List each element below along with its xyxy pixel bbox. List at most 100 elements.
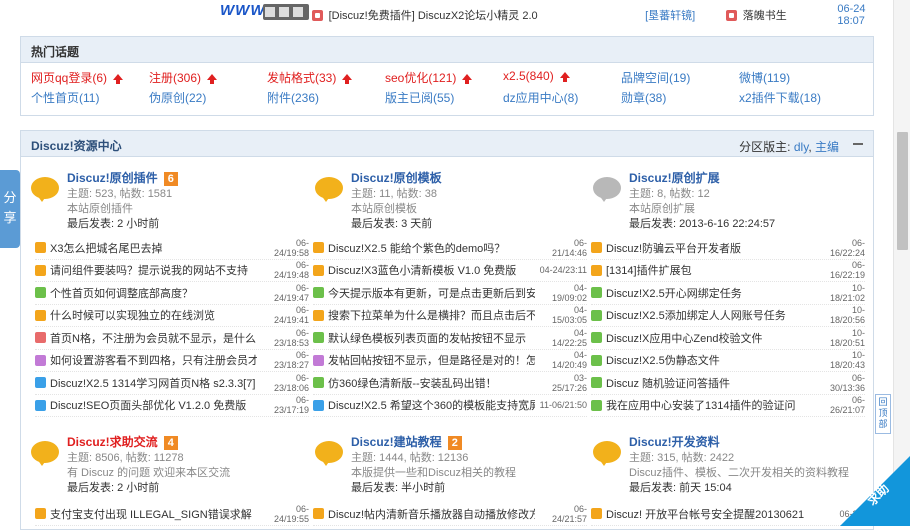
- thread-title-link[interactable]: Discuz!X2.5伪静态文件: [606, 352, 813, 368]
- thread-title-link[interactable]: 今天提示版本有更新，可是点击更新后到安: [328, 285, 535, 301]
- thread-title-link[interactable]: Discuz!X2.5添加绑定人人网账号任务: [606, 307, 813, 323]
- thread-title-link[interactable]: 我在应用中心安装了1314插件的验证问: [606, 397, 813, 413]
- forum-bubble-icon[interactable]: [31, 177, 59, 202]
- resource-center-header: Discuz!资源中心 分区版主: dly, 主编: [21, 131, 873, 157]
- hot-topic-link[interactable]: dz应用中心(8): [503, 89, 578, 106]
- forum-bubble-icon[interactable]: [593, 177, 621, 202]
- thread-title-link[interactable]: Discuz!X应用中心Zend校验文件: [606, 330, 813, 346]
- thread-title-link[interactable]: [1314]插件扩展包: [606, 262, 813, 278]
- forum-name-link[interactable]: Discuz!建站教程 2: [351, 433, 462, 450]
- thread-row: [1314]插件扩展包 06-16/22:19: [591, 260, 865, 282]
- hot-topic-link[interactable]: 个性首页(11): [31, 89, 99, 106]
- thread-time: 06-16/22:24: [829, 237, 865, 258]
- thread-time: 06-26/21:07: [829, 395, 865, 416]
- thread-title-link[interactable]: 发帖回帖按钮不显示，但是路径是对的！怎: [328, 352, 535, 368]
- thread-time: 04-24/23:11: [539, 265, 587, 276]
- forum-link[interactable]: [垦蕃轩镜]: [645, 7, 726, 23]
- back-to-top-button[interactable]: 回顶部: [875, 394, 891, 434]
- thread-title-link[interactable]: Discuz!X2.5 希望这个360的模板能支持宽屏: [328, 397, 535, 413]
- forum-bubble-icon[interactable]: [31, 441, 59, 466]
- thread-time: 06-23/18:27: [273, 350, 309, 371]
- thread-row: X3怎么把城名尾巴去掉 06-24/19:58: [35, 237, 309, 260]
- thread-time: 06-24/21:57: [551, 503, 587, 524]
- thread-row: 首页N格，不注册为会员就不显示，是什么 06-23/18:53: [35, 327, 309, 350]
- logo-graphic: [263, 4, 309, 20]
- thread-row: 发帖回帖按钮不显示，但是路径是对的！怎 04-14/20:49: [313, 350, 587, 372]
- thread-row: Discuz!防骗云平台开发者版 06-16/22:24: [591, 237, 865, 260]
- thread-row: Discuz!X2.5 能给个紫色的demo吗？ 06-21/14:46: [313, 237, 587, 260]
- thread-time: 10-18/20:51: [829, 327, 865, 348]
- forum-name-text: Discuz!建站教程: [351, 435, 442, 449]
- hot-up-arrow-icon: [462, 74, 473, 84]
- help-badge[interactable]: 求助: [840, 456, 910, 526]
- forum-last-post: 最后发表: 前天 15:04: [629, 482, 732, 494]
- forum-name-link[interactable]: Discuz!原创扩展: [629, 169, 720, 186]
- thread-title-link[interactable]: Discuz!防骗云平台开发者版: [606, 240, 813, 256]
- thread-list: Discuz!防骗云平台开发者版 06-16/22:24 [1314]插件扩展包 06…: [591, 237, 865, 417]
- hot-topic-link[interactable]: 发帖格式(33): [267, 69, 353, 86]
- forum-name-link[interactable]: Discuz!原创模板: [351, 169, 442, 186]
- thread-title-link[interactable]: Discuz!X2.5 1314学习网首页N格 s2.3.3[7]: [50, 375, 257, 391]
- thread-row: Discuz!SEO页面头部优化 V1.2.0 免费版 06-23/17:19: [35, 395, 309, 417]
- thread-status-icon: [591, 399, 602, 411]
- thread-row: 个性首页如何调整底部高度？ 06-24/19:47: [35, 282, 309, 305]
- thread-title-link[interactable]: 请问组件要装吗？提示说我的网站不支持: [50, 262, 257, 278]
- thread-title-link[interactable]: [Discuz!免费插件] DiscuzX2论坛小精灵 2.0: [329, 7, 646, 23]
- scrollbar-thumb[interactable]: [897, 132, 908, 250]
- forum-name-link[interactable]: Discuz!求助交流 4: [67, 433, 178, 450]
- hot-topic-link[interactable]: 品牌空间(19): [621, 69, 690, 86]
- hot-topics-title: 热门话题: [21, 37, 873, 63]
- thread-title-link[interactable]: 个性首页如何调整底部高度？: [50, 285, 257, 301]
- thread-title-link[interactable]: 如何设置游客看不到四格，只有注册会员才: [50, 352, 257, 368]
- thread-list: Discuz!帖内清新音乐播放器自动播放修改方 06-24/21:57: [313, 503, 587, 526]
- thread-title-link[interactable]: Discuz!帖内清新音乐播放器自动播放修改方: [328, 506, 535, 522]
- forum-bubble-icon[interactable]: [315, 441, 343, 466]
- thread-title-link[interactable]: 默认绿色模板列表页面的发帖按钮不显示: [328, 330, 535, 346]
- moderator-link[interactable]: 主编: [815, 140, 839, 154]
- hot-up-arrow-icon: [559, 72, 570, 82]
- thread-title-link[interactable]: 支付宝支付出现 ILLEGAL_SIGN错误求解: [50, 506, 257, 522]
- resource-center-title[interactable]: Discuz!资源中心: [31, 139, 122, 153]
- thread-status-icon: [35, 264, 46, 276]
- thread-type-icon: [312, 9, 323, 21]
- thread-title-link[interactable]: Discuz 随机验证问答插件: [606, 375, 813, 391]
- thread-title-link[interactable]: Discuz!X2.5开心网绑定任务: [606, 285, 813, 301]
- hot-topic-link[interactable]: 注册(306): [149, 69, 218, 86]
- hot-topic-link[interactable]: 网页qq登录(6): [31, 69, 124, 86]
- thread-title-link[interactable]: Discuz!SEO页面头部优化 V1.2.0 免费版: [50, 397, 257, 413]
- thread-title-link[interactable]: Discuz! 开放平台帐号安全提醒20130621: [606, 506, 813, 522]
- thread-time: 06-24/19:58: [273, 237, 309, 258]
- hot-topic-link[interactable]: 附件(236): [267, 89, 319, 106]
- collapse-icon[interactable]: [853, 143, 863, 145]
- thread-row: Discuz!X2.5添加绑定人人网账号任务 10-18/20:56: [591, 305, 865, 327]
- thread-title-link[interactable]: Discuz!X3蓝色小清新模板 V1.0 免费版: [328, 262, 535, 278]
- vertical-scrollbar[interactable]: [893, 0, 910, 526]
- hot-topic-link[interactable]: x2插件下载(18): [739, 89, 821, 106]
- thread-title-link[interactable]: X3怎么把城名尾巴去掉: [50, 240, 257, 256]
- forum-last-post: 最后发表: 3 天前: [351, 218, 433, 230]
- thread-status-icon: [591, 242, 602, 254]
- thread-time: 06-24/19:55: [273, 503, 309, 524]
- thread-title-link[interactable]: 搜索下拉菜单为什么是横排？而且点击后不: [328, 307, 535, 323]
- hot-topic-link[interactable]: 勋章(38): [621, 89, 666, 106]
- hot-topic-link[interactable]: 版主已阅(55): [385, 89, 454, 106]
- forum-name-link[interactable]: Discuz!原创插件 6: [67, 169, 178, 186]
- thread-title-link[interactable]: 首页N格，不注册为会员就不显示，是什么: [50, 330, 257, 346]
- forum-bubble-icon[interactable]: [593, 441, 621, 466]
- forum-name-text: Discuz!原创模板: [351, 171, 442, 185]
- top-thread-row: [Discuz!免费插件] DiscuzX2论坛小精灵 2.0 [垦蕃轩镜] 落…: [312, 3, 894, 27]
- hot-topic-link[interactable]: 微博(119): [739, 69, 790, 86]
- hot-up-arrow-icon: [207, 74, 218, 84]
- thread-title-link[interactable]: 仿360绿色清新版--安装乱码出错！: [328, 375, 535, 391]
- hot-topic-link[interactable]: seo优化(121): [385, 69, 473, 86]
- forum-entry: Discuz!原创扩展 主题: 8, 帖数: 12 本站原创扩展 最后发表: 2013…: [593, 169, 863, 235]
- forum-name-link[interactable]: Discuz!开发资料: [629, 433, 720, 450]
- hot-topic-link[interactable]: x2.5(840): [503, 69, 570, 83]
- thread-title-link[interactable]: 什么时候可以实现独立的在线浏览: [50, 307, 257, 323]
- share-tab[interactable]: 分享: [0, 170, 20, 248]
- moderator-link[interactable]: dly: [794, 140, 808, 154]
- hot-topic-link[interactable]: 伪原创(22): [149, 89, 206, 106]
- author-link[interactable]: 落魄书生: [743, 7, 838, 23]
- forum-bubble-icon[interactable]: [315, 177, 343, 202]
- thread-title-link[interactable]: Discuz!X2.5 能给个紫色的demo吗？: [328, 240, 535, 256]
